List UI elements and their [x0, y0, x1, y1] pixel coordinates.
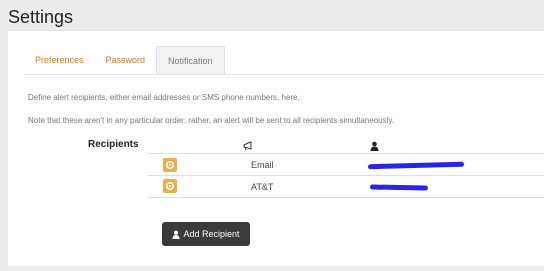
user-icon — [172, 230, 181, 239]
add-recipient-label: Add Recipient — [183, 229, 240, 239]
description-line-1: Define alert recipients, either email ad… — [28, 93, 300, 102]
recipient-type: Email — [251, 160, 274, 170]
row-divider — [148, 197, 544, 198]
tab-password[interactable]: Password — [95, 46, 157, 74]
table-header-divider — [148, 153, 544, 154]
tab-divider — [24, 74, 544, 75]
description-line-2: Note that these aren't in any particular… — [28, 116, 395, 125]
user-icon — [370, 138, 382, 151]
settings-panel: Preferences Password Notification Define… — [8, 30, 544, 266]
tab-bar: Preferences Password Notification — [24, 46, 225, 74]
add-recipient-button[interactable]: Add Recipient — [162, 222, 250, 246]
bullhorn-icon — [243, 138, 255, 151]
remove-recipient-button[interactable] — [163, 158, 177, 172]
recipients-header: Recipients — [88, 139, 139, 150]
remove-recipient-button[interactable] — [163, 179, 177, 193]
redacted-recipient-address — [367, 161, 465, 170]
recipient-type: AT&T — [251, 182, 274, 192]
tab-preferences[interactable]: Preferences — [24, 46, 95, 74]
close-icon — [165, 160, 175, 170]
row-divider — [148, 175, 544, 176]
redacted-recipient-address — [369, 184, 429, 191]
tab-notification[interactable]: Notification — [156, 46, 225, 74]
page-title: Settings — [8, 7, 74, 27]
close-icon — [165, 181, 175, 191]
